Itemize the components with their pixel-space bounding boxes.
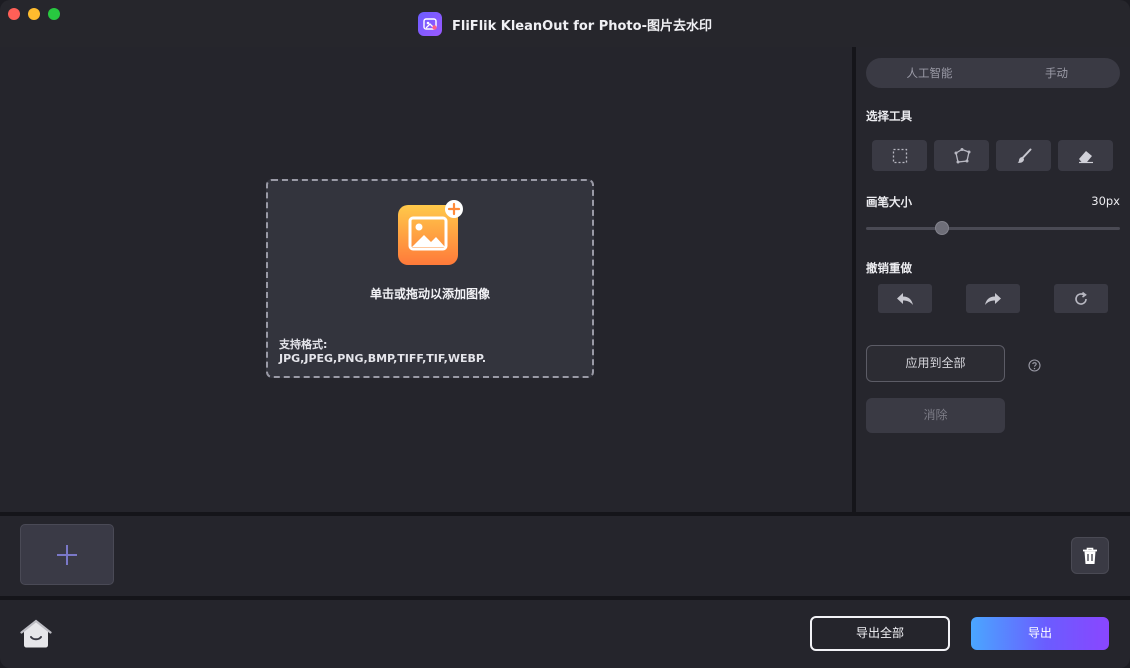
tab-ai-mode[interactable]: 人工智能	[866, 58, 993, 88]
title-group: FliFlik KleanOut for Photo-图片去水印	[0, 11, 1130, 37]
selection-tools	[872, 140, 1113, 171]
window-title: FliFlik KleanOut for Photo-图片去水印	[452, 18, 712, 34]
rect-select-icon	[892, 148, 907, 163]
refresh-icon	[1075, 291, 1087, 305]
supported-formats-label: 支持格式:	[279, 338, 328, 351]
select-tool-heading: 选择工具	[866, 109, 912, 123]
eraser-button[interactable]	[1058, 140, 1113, 171]
brush-size-slider-thumb[interactable]	[935, 221, 950, 235]
tab-manual-mode[interactable]: 手动	[993, 58, 1120, 88]
help-icon[interactable]	[1028, 357, 1041, 372]
redo-icon	[985, 292, 1001, 305]
trash-icon	[1083, 547, 1097, 564]
reset-button[interactable]	[1054, 284, 1108, 313]
add-image-button[interactable]	[20, 524, 114, 585]
image-dropzone[interactable]: 单击或拖动以添加图像 支持格式: JPG,JPEG,PNG,BMP,TIFF,T…	[266, 179, 594, 378]
dropzone-prompt: 单击或拖动以添加图像	[369, 287, 490, 301]
brush-size-heading: 画笔大小	[866, 195, 912, 209]
export-all-button[interactable]: 导出全部	[810, 616, 950, 651]
app-logo-icon	[418, 12, 443, 36]
undo-button[interactable]	[878, 284, 932, 313]
lasso-icon	[954, 147, 970, 163]
supported-formats-list: JPG,JPEG,PNG,BMP,TIFF,TIF,WEBP.	[279, 352, 487, 365]
apply-to-all-button[interactable]: 应用到全部	[866, 345, 1005, 382]
undo-icon	[897, 292, 913, 305]
thumbnail-strip	[0, 516, 1130, 596]
export-button[interactable]: 导出	[971, 617, 1109, 650]
brush-size-slider-track[interactable]	[866, 227, 1120, 230]
eraser-icon	[1078, 150, 1093, 163]
erase-button[interactable]: 消除	[866, 398, 1005, 433]
delete-button[interactable]	[1071, 537, 1109, 574]
rect-select-button[interactable]	[872, 140, 927, 171]
undo-redo-heading: 撤销重做	[866, 261, 912, 275]
home-icon[interactable]	[20, 619, 52, 649]
undo-redo-controls	[878, 284, 1108, 313]
lasso-button[interactable]	[934, 140, 989, 171]
tool-panel: 人工智能 手动 选择工具 画笔大小 30px 撤销重做 应用到全部 消除	[856, 47, 1130, 512]
redo-button[interactable]	[966, 284, 1020, 313]
add-image-icon	[398, 199, 463, 265]
app-window: FliFlik KleanOut for Photo-图片去水印 单击或拖动以添…	[0, 0, 1130, 668]
title-bar: FliFlik KleanOut for Photo-图片去水印	[0, 0, 1130, 47]
brush-size-value: 30px	[1091, 194, 1120, 208]
footer-bar: 导出全部 导出	[0, 600, 1130, 668]
mode-toggle: 人工智能 手动	[866, 58, 1120, 88]
brush-button[interactable]	[996, 140, 1051, 171]
image-canvas: 单击或拖动以添加图像 支持格式: JPG,JPEG,PNG,BMP,TIFF,T…	[0, 47, 852, 512]
plus-icon	[57, 544, 77, 565]
brush-icon	[1017, 148, 1031, 163]
